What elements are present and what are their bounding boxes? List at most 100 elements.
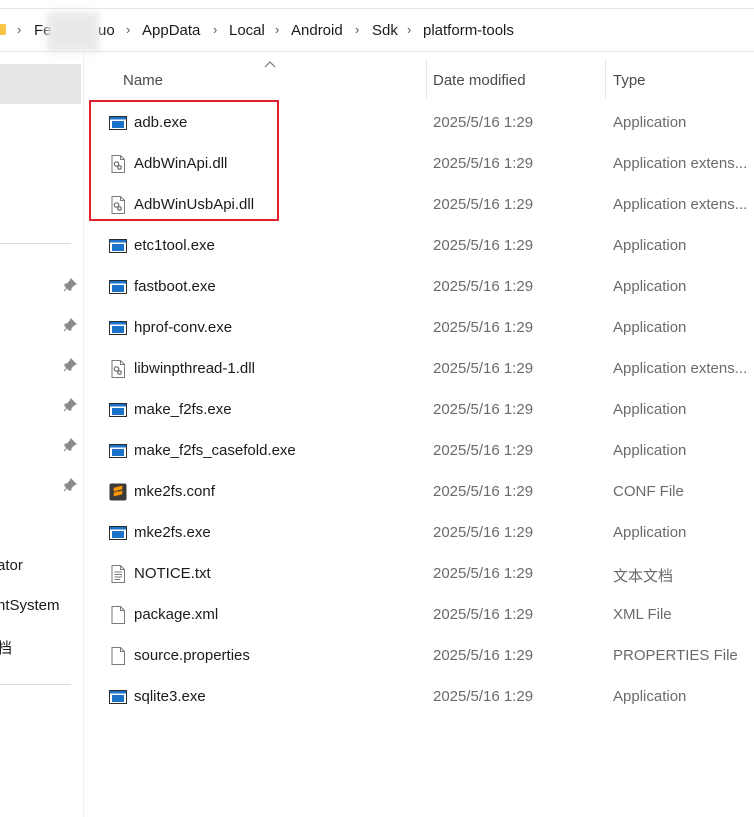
chevron-right-icon: › [126, 22, 131, 37]
chevron-right-icon: › [17, 22, 22, 37]
address-bar[interactable]: › Fe uo › AppData › Local › Android › Sd… [0, 8, 754, 52]
file-row[interactable]: mke2fs.exe 2025/5/16 1:29 Application [84, 512, 754, 553]
nav-item-selected[interactable] [0, 64, 81, 104]
file-row[interactable]: mke2fs.conf 2025/5/16 1:29 CONF File [84, 471, 754, 512]
file-name: hprof-conv.exe [134, 319, 233, 336]
exe-icon [108, 687, 128, 707]
dll-icon [108, 359, 128, 379]
blank-file-icon [108, 605, 128, 625]
file-date-modified: 2025/5/16 1:29 [433, 483, 534, 500]
chevron-right-icon: › [355, 22, 360, 37]
sublime-icon [108, 482, 128, 502]
file-type: CONF File [613, 483, 684, 500]
file-row[interactable]: package.xml 2025/5/16 1:29 XML File [84, 594, 754, 635]
column-header-type[interactable]: Type [613, 72, 646, 89]
file-date-modified: 2025/5/16 1:29 [433, 278, 534, 295]
file-name: mke2fs.conf [134, 483, 215, 500]
column-header-date-modified[interactable]: Date modified [433, 72, 526, 89]
chevron-right-icon: › [213, 22, 218, 37]
file-row[interactable]: adb.exe 2025/5/16 1:29 Application [84, 102, 754, 143]
exe-icon [108, 400, 128, 420]
file-row[interactable]: hprof-conv.exe 2025/5/16 1:29 Application [84, 307, 754, 348]
file-type: Application [613, 319, 687, 336]
file-name: libwinpthread-1.dll [134, 360, 255, 377]
file-type: PROPERTIES File [613, 647, 738, 664]
column-header-name[interactable]: Name [123, 72, 163, 89]
file-date-modified: 2025/5/16 1:29 [433, 155, 534, 172]
file-type: Application [613, 401, 687, 418]
chevron-right-icon: › [407, 22, 412, 37]
breadcrumb-item-android[interactable]: Android [291, 22, 343, 39]
file-name: fastboot.exe [134, 278, 216, 295]
file-date-modified: 2025/5/16 1:29 [433, 442, 534, 459]
file-name: mke2fs.exe [134, 524, 211, 541]
breadcrumb-item-platform-tools[interactable]: platform-tools [423, 22, 514, 39]
exe-icon [108, 277, 128, 297]
nav-item-label[interactable]: ator [0, 557, 23, 574]
column-divider[interactable] [426, 60, 427, 98]
nav-separator [0, 243, 71, 244]
file-row[interactable]: NOTICE.txt 2025/5/16 1:29 文本文档 [84, 553, 754, 594]
breadcrumb-item-sdk[interactable]: Sdk [372, 22, 398, 39]
file-row[interactable]: make_f2fs_casefold.exe 2025/5/16 1:29 Appl… [84, 430, 754, 471]
file-type: Application extens... [613, 360, 748, 377]
file-row[interactable]: fastboot.exe 2025/5/16 1:29 Application [84, 266, 754, 307]
navigation-pane: ator ntSystem 档 [0, 52, 84, 817]
file-type: Application extens... [613, 155, 748, 172]
file-row[interactable]: source.properties 2025/5/16 1:29 PROPERTIE… [84, 635, 754, 676]
pin-icon[interactable] [63, 278, 77, 292]
pin-icon[interactable] [63, 318, 77, 332]
file-row[interactable]: sqlite3.exe 2025/5/16 1:29 Application [84, 676, 754, 717]
redaction-blur [47, 12, 99, 52]
file-type: XML File [613, 606, 672, 623]
nav-item-label[interactable]: 档 [0, 637, 12, 658]
pin-icon[interactable] [63, 398, 77, 412]
file-type: Application [613, 114, 687, 131]
file-date-modified: 2025/5/16 1:29 [433, 237, 534, 254]
file-type: Application [613, 237, 687, 254]
file-name: make_f2fs_casefold.exe [134, 442, 296, 459]
file-date-modified: 2025/5/16 1:29 [433, 401, 534, 418]
file-type: Application [613, 688, 687, 705]
file-date-modified: 2025/5/16 1:29 [433, 196, 534, 213]
breadcrumb-item-local[interactable]: Local [229, 22, 265, 39]
dll-icon [108, 195, 128, 215]
pin-icon[interactable] [63, 438, 77, 452]
dll-icon [108, 154, 128, 174]
file-name: AdbWinApi.dll [134, 155, 228, 172]
exe-icon [108, 523, 128, 543]
file-row[interactable]: etc1tool.exe 2025/5/16 1:29 Application [84, 225, 754, 266]
file-row[interactable]: AdbWinUsbApi.dll 2025/5/16 1:29 Applicatio… [84, 184, 754, 225]
file-name: make_f2fs.exe [134, 401, 232, 418]
file-type: Application extens... [613, 196, 748, 213]
file-date-modified: 2025/5/16 1:29 [433, 524, 534, 541]
exe-icon [108, 113, 128, 133]
file-date-modified: 2025/5/16 1:29 [433, 360, 534, 377]
file-name: AdbWinUsbApi.dll [134, 196, 255, 213]
breadcrumb-item-user-suffix[interactable]: uo [98, 22, 115, 39]
exe-icon [108, 441, 128, 461]
file-name: adb.exe [134, 114, 188, 131]
breadcrumb-item-appdata[interactable]: AppData [142, 22, 200, 39]
text-file-icon [108, 564, 128, 584]
file-type: 文本文档 [613, 568, 674, 585]
file-row[interactable]: libwinpthread-1.dll 2025/5/16 1:29 Applica… [84, 348, 754, 389]
file-date-modified: 2025/5/16 1:29 [433, 606, 534, 623]
nav-separator [0, 684, 71, 685]
file-type: Application [613, 524, 687, 541]
file-date-modified: 2025/5/16 1:29 [433, 114, 534, 131]
exe-icon [108, 236, 128, 256]
file-type: Application [613, 278, 687, 295]
chevron-right-icon: › [275, 22, 280, 37]
file-row[interactable]: make_f2fs.exe 2025/5/16 1:29 Application [84, 389, 754, 430]
file-row[interactable]: AdbWinApi.dll 2025/5/16 1:29 Application e… [84, 143, 754, 184]
file-name: sqlite3.exe [134, 688, 206, 705]
file-date-modified: 2025/5/16 1:29 [433, 647, 534, 664]
column-divider[interactable] [605, 60, 606, 98]
exe-icon [108, 318, 128, 338]
file-date-modified: 2025/5/16 1:29 [433, 565, 534, 582]
file-date-modified: 2025/5/16 1:29 [433, 319, 534, 336]
pin-icon[interactable] [63, 358, 77, 372]
pin-icon[interactable] [63, 478, 77, 492]
nav-item-label[interactable]: ntSystem [0, 597, 60, 614]
